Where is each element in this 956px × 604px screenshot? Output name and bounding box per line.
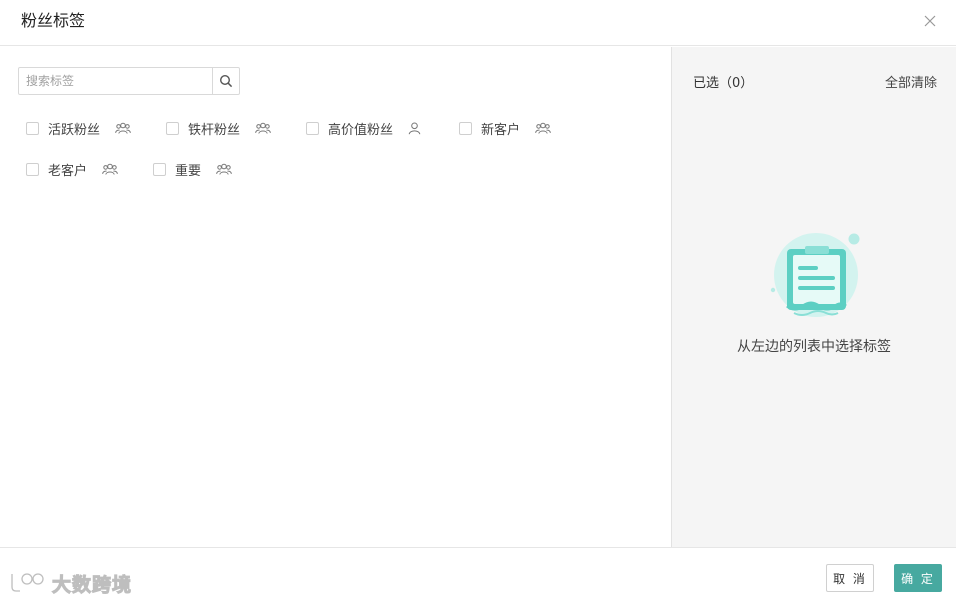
group-icon	[255, 122, 271, 135]
tag-item-new-customers[interactable]: 新客户	[459, 118, 551, 138]
tag-checkbox[interactable]	[166, 121, 179, 135]
tag-item-loyal-fans[interactable]: 铁杆粉丝	[166, 118, 271, 138]
tag-label: 重要	[175, 163, 202, 179]
tag-list-panel: 活跃粉丝 铁杆粉丝 高价值粉丝 新客户	[0, 47, 671, 547]
group-icon	[535, 122, 551, 135]
selected-count-title: 已选（0）	[693, 76, 754, 91]
tag-label: 铁杆粉丝	[188, 122, 241, 138]
selected-panel: 已选（0） 全部清除 从左边的列表中选择标签	[671, 47, 956, 547]
tag-label: 高价值粉丝	[328, 122, 394, 138]
watermark-logo-icon	[11, 573, 44, 592]
confirm-button[interactable]: 确 定	[894, 564, 942, 592]
tag-label: 老客户	[48, 163, 88, 179]
dialog-header: 粉丝标签	[0, 0, 956, 46]
dialog-footer: 大数跨境 取 消 确 定	[0, 547, 956, 604]
search-box	[18, 67, 240, 95]
search-icon	[219, 74, 233, 88]
empty-state-text: 从左边的列表中选择标签	[737, 339, 891, 355]
watermark-text: 大数跨境	[51, 573, 133, 596]
tag-item-active-fans[interactable]: 活跃粉丝	[26, 118, 131, 138]
tag-checkbox[interactable]	[459, 121, 472, 135]
tag-checkbox[interactable]	[26, 162, 39, 176]
user-icon	[408, 122, 421, 135]
cancel-button[interactable]: 取 消	[826, 564, 874, 592]
search-button[interactable]	[212, 68, 239, 94]
tag-checkbox[interactable]	[153, 162, 166, 176]
group-icon	[102, 163, 118, 176]
group-icon	[115, 122, 131, 135]
tag-label: 新客户	[481, 122, 521, 138]
tag-item-important[interactable]: 重要	[153, 159, 232, 179]
clipboard-icon	[770, 233, 860, 317]
tag-checkbox[interactable]	[26, 121, 39, 135]
dialog-title: 粉丝标签	[21, 11, 86, 30]
group-icon	[216, 163, 232, 176]
clear-all-button[interactable]: 全部清除	[885, 72, 937, 91]
tag-item-old-customers[interactable]: 老客户	[26, 159, 118, 179]
search-input[interactable]	[19, 68, 212, 94]
close-icon	[924, 15, 936, 27]
close-button[interactable]	[920, 11, 940, 31]
tag-checkbox[interactable]	[306, 121, 319, 135]
tag-label: 活跃粉丝	[48, 122, 101, 138]
watermark: 大数跨境	[6, 570, 132, 596]
tag-item-high-value-fans[interactable]: 高价值粉丝	[306, 118, 421, 138]
